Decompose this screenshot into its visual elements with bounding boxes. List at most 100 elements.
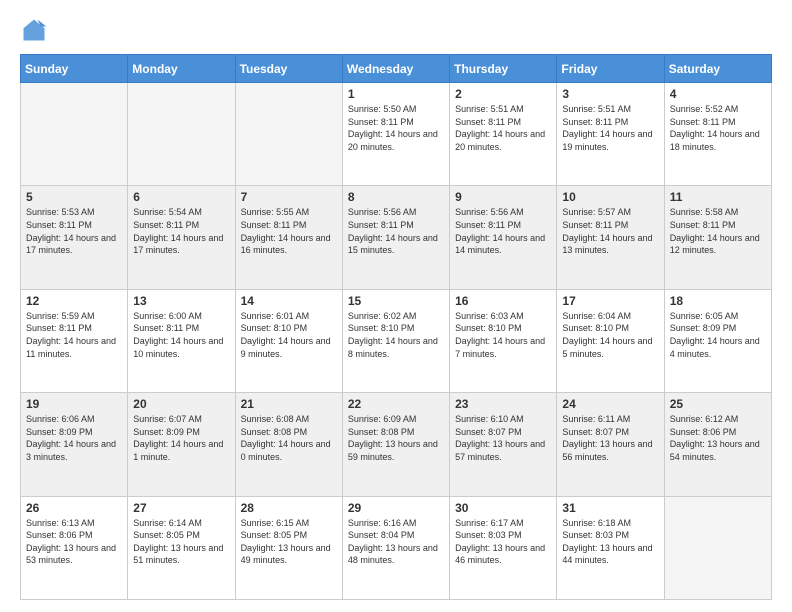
day-info: Sunrise: 6:17 AM Sunset: 8:03 PM Dayligh… xyxy=(455,517,551,567)
day-number: 3 xyxy=(562,87,658,101)
calendar-cell: 23 Sunrise: 6:10 AM Sunset: 8:07 PM Dayli… xyxy=(450,393,557,496)
day-number: 1 xyxy=(348,87,444,101)
weekday-header: Wednesday xyxy=(342,55,449,83)
calendar-cell: 30 Sunrise: 6:17 AM Sunset: 8:03 PM Dayli… xyxy=(450,496,557,599)
day-number: 24 xyxy=(562,397,658,411)
day-number: 16 xyxy=(455,294,551,308)
day-info: Sunrise: 6:18 AM Sunset: 8:03 PM Dayligh… xyxy=(562,517,658,567)
day-number: 5 xyxy=(26,190,122,204)
logo xyxy=(20,16,52,44)
weekday-header: Friday xyxy=(557,55,664,83)
header xyxy=(20,16,772,44)
day-number: 7 xyxy=(241,190,337,204)
weekday-header-row: SundayMondayTuesdayWednesdayThursdayFrid… xyxy=(21,55,772,83)
day-number: 26 xyxy=(26,501,122,515)
day-info: Sunrise: 6:06 AM Sunset: 8:09 PM Dayligh… xyxy=(26,413,122,463)
day-info: Sunrise: 6:01 AM Sunset: 8:10 PM Dayligh… xyxy=(241,310,337,360)
calendar-cell: 11 Sunrise: 5:58 AM Sunset: 8:11 PM Dayli… xyxy=(664,186,771,289)
day-info: Sunrise: 5:58 AM Sunset: 8:11 PM Dayligh… xyxy=(670,206,766,256)
day-number: 22 xyxy=(348,397,444,411)
day-number: 25 xyxy=(670,397,766,411)
day-info: Sunrise: 6:10 AM Sunset: 8:07 PM Dayligh… xyxy=(455,413,551,463)
calendar-week-row: 19 Sunrise: 6:06 AM Sunset: 8:09 PM Dayli… xyxy=(21,393,772,496)
weekday-header: Thursday xyxy=(450,55,557,83)
day-number: 21 xyxy=(241,397,337,411)
day-number: 10 xyxy=(562,190,658,204)
calendar-cell: 14 Sunrise: 6:01 AM Sunset: 8:10 PM Dayli… xyxy=(235,289,342,392)
calendar-cell: 24 Sunrise: 6:11 AM Sunset: 8:07 PM Dayli… xyxy=(557,393,664,496)
day-number: 4 xyxy=(670,87,766,101)
calendar-cell xyxy=(128,83,235,186)
calendar-week-row: 26 Sunrise: 6:13 AM Sunset: 8:06 PM Dayli… xyxy=(21,496,772,599)
day-info: Sunrise: 6:12 AM Sunset: 8:06 PM Dayligh… xyxy=(670,413,766,463)
calendar-cell: 26 Sunrise: 6:13 AM Sunset: 8:06 PM Dayli… xyxy=(21,496,128,599)
calendar-cell: 28 Sunrise: 6:15 AM Sunset: 8:05 PM Dayli… xyxy=(235,496,342,599)
day-info: Sunrise: 6:07 AM Sunset: 8:09 PM Dayligh… xyxy=(133,413,229,463)
day-number: 27 xyxy=(133,501,229,515)
weekday-header: Monday xyxy=(128,55,235,83)
day-info: Sunrise: 5:52 AM Sunset: 8:11 PM Dayligh… xyxy=(670,103,766,153)
calendar-week-row: 12Sunrise: 5:59 AM Sunset: 8:11 PM Dayli… xyxy=(21,289,772,392)
calendar-cell xyxy=(21,83,128,186)
calendar-cell: 15 Sunrise: 6:02 AM Sunset: 8:10 PM Dayli… xyxy=(342,289,449,392)
calendar-cell: 1 Sunrise: 5:50 AM Sunset: 8:11 PM Daylig… xyxy=(342,83,449,186)
day-info: Sunrise: 5:59 AM Sunset: 8:11 PM Dayligh… xyxy=(26,310,122,360)
day-info: Sunrise: 6:00 AM Sunset: 8:11 PM Dayligh… xyxy=(133,310,229,360)
day-info: Sunrise: 6:08 AM Sunset: 8:08 PM Dayligh… xyxy=(241,413,337,463)
weekday-header: Saturday xyxy=(664,55,771,83)
day-number: 31 xyxy=(562,501,658,515)
calendar-cell: 5Sunrise: 5:53 AM Sunset: 8:11 PM Daylig… xyxy=(21,186,128,289)
day-number: 9 xyxy=(455,190,551,204)
day-info: Sunrise: 5:51 AM Sunset: 8:11 PM Dayligh… xyxy=(455,103,551,153)
day-info: Sunrise: 5:51 AM Sunset: 8:11 PM Dayligh… xyxy=(562,103,658,153)
calendar-cell: 29 Sunrise: 6:16 AM Sunset: 8:04 PM Dayli… xyxy=(342,496,449,599)
calendar-cell: 18Sunrise: 6:05 AM Sunset: 8:09 PM Dayli… xyxy=(664,289,771,392)
day-number: 30 xyxy=(455,501,551,515)
calendar-cell: 12Sunrise: 5:59 AM Sunset: 8:11 PM Dayli… xyxy=(21,289,128,392)
calendar-cell: 8Sunrise: 5:56 AM Sunset: 8:11 PM Daylig… xyxy=(342,186,449,289)
calendar-cell: 22 Sunrise: 6:09 AM Sunset: 8:08 PM Dayli… xyxy=(342,393,449,496)
calendar-cell xyxy=(664,496,771,599)
calendar-cell: 20 Sunrise: 6:07 AM Sunset: 8:09 PM Dayli… xyxy=(128,393,235,496)
calendar-cell: 27 Sunrise: 6:14 AM Sunset: 8:05 PM Dayli… xyxy=(128,496,235,599)
day-number: 19 xyxy=(26,397,122,411)
day-info: Sunrise: 5:56 AM Sunset: 8:11 PM Dayligh… xyxy=(348,206,444,256)
calendar: SundayMondayTuesdayWednesdayThursdayFrid… xyxy=(20,54,772,600)
day-info: Sunrise: 6:11 AM Sunset: 8:07 PM Dayligh… xyxy=(562,413,658,463)
calendar-cell: 4 Sunrise: 5:52 AM Sunset: 8:11 PM Daylig… xyxy=(664,83,771,186)
day-number: 28 xyxy=(241,501,337,515)
page: SundayMondayTuesdayWednesdayThursdayFrid… xyxy=(0,0,792,612)
day-number: 29 xyxy=(348,501,444,515)
weekday-header: Tuesday xyxy=(235,55,342,83)
day-info: Sunrise: 5:55 AM Sunset: 8:11 PM Dayligh… xyxy=(241,206,337,256)
calendar-cell: 19 Sunrise: 6:06 AM Sunset: 8:09 PM Dayli… xyxy=(21,393,128,496)
calendar-cell: 21 Sunrise: 6:08 AM Sunset: 8:08 PM Dayli… xyxy=(235,393,342,496)
calendar-cell: 7 Sunrise: 5:55 AM Sunset: 8:11 PM Daylig… xyxy=(235,186,342,289)
day-number: 2 xyxy=(455,87,551,101)
calendar-cell: 3 Sunrise: 5:51 AM Sunset: 8:11 PM Daylig… xyxy=(557,83,664,186)
day-info: Sunrise: 5:57 AM Sunset: 8:11 PM Dayligh… xyxy=(562,206,658,256)
calendar-cell: 6 Sunrise: 5:54 AM Sunset: 8:11 PM Daylig… xyxy=(128,186,235,289)
day-number: 14 xyxy=(241,294,337,308)
day-info: Sunrise: 6:04 AM Sunset: 8:10 PM Dayligh… xyxy=(562,310,658,360)
day-info: Sunrise: 6:16 AM Sunset: 8:04 PM Dayligh… xyxy=(348,517,444,567)
day-number: 11 xyxy=(670,190,766,204)
day-info: Sunrise: 5:54 AM Sunset: 8:11 PM Dayligh… xyxy=(133,206,229,256)
day-info: Sunrise: 6:14 AM Sunset: 8:05 PM Dayligh… xyxy=(133,517,229,567)
day-info: Sunrise: 5:56 AM Sunset: 8:11 PM Dayligh… xyxy=(455,206,551,256)
day-number: 23 xyxy=(455,397,551,411)
day-info: Sunrise: 6:09 AM Sunset: 8:08 PM Dayligh… xyxy=(348,413,444,463)
calendar-cell: 10 Sunrise: 5:57 AM Sunset: 8:11 PM Dayli… xyxy=(557,186,664,289)
day-info: Sunrise: 5:50 AM Sunset: 8:11 PM Dayligh… xyxy=(348,103,444,153)
day-info: Sunrise: 6:03 AM Sunset: 8:10 PM Dayligh… xyxy=(455,310,551,360)
day-info: Sunrise: 6:13 AM Sunset: 8:06 PM Dayligh… xyxy=(26,517,122,567)
day-number: 18 xyxy=(670,294,766,308)
day-number: 20 xyxy=(133,397,229,411)
day-info: Sunrise: 6:15 AM Sunset: 8:05 PM Dayligh… xyxy=(241,517,337,567)
calendar-week-row: 5Sunrise: 5:53 AM Sunset: 8:11 PM Daylig… xyxy=(21,186,772,289)
calendar-cell: 9 Sunrise: 5:56 AM Sunset: 8:11 PM Daylig… xyxy=(450,186,557,289)
day-number: 15 xyxy=(348,294,444,308)
calendar-cell: 17Sunrise: 6:04 AM Sunset: 8:10 PM Dayli… xyxy=(557,289,664,392)
day-info: Sunrise: 6:02 AM Sunset: 8:10 PM Dayligh… xyxy=(348,310,444,360)
day-number: 6 xyxy=(133,190,229,204)
